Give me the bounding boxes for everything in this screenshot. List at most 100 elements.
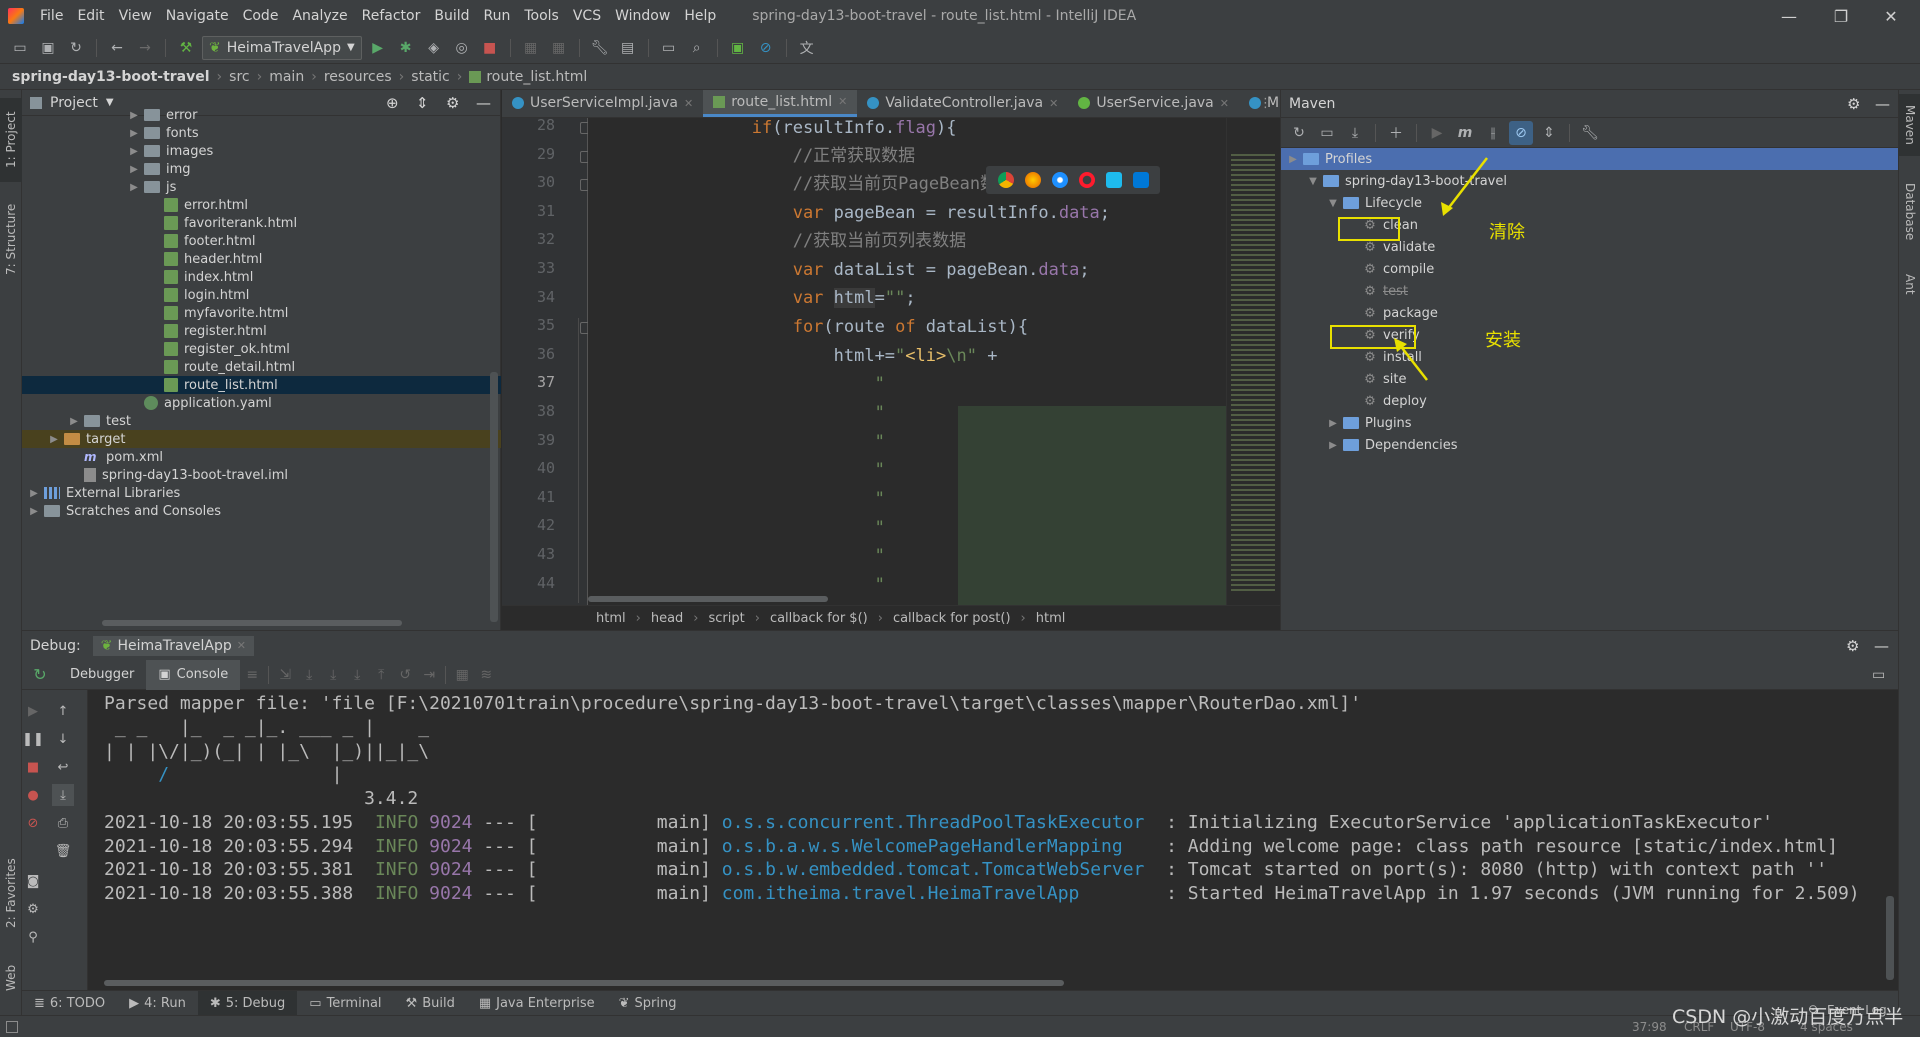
project-tree-row[interactable]: ▶ error (22, 106, 501, 124)
print-icon[interactable]: ⎙ (52, 812, 74, 834)
chrome-icon[interactable] (997, 172, 1014, 188)
expand-arrow-icon[interactable]: ▶ (128, 110, 140, 121)
project-tree-row[interactable]: myfavorite.html (22, 304, 501, 322)
console-h-scrollbar[interactable] (104, 980, 1064, 986)
menu-edit[interactable]: Edit (71, 8, 112, 24)
editor-tab[interactable]: route_list.html ✕ (703, 90, 858, 117)
caret-position[interactable]: 37:98 (1632, 1020, 1667, 1034)
project-tree-row[interactable]: ▶ fonts (22, 124, 501, 142)
evaluate-icon[interactable]: ▦ (450, 663, 474, 687)
step-out-icon[interactable]: ⤒ (369, 663, 393, 687)
vcs-update-icon[interactable]: ▦ (519, 36, 543, 60)
crumb-file[interactable]: route_list.html (486, 69, 587, 85)
edge-icon[interactable] (1132, 172, 1149, 188)
bottom-tab[interactable]: ▶ 4: Run (117, 991, 198, 1016)
editor-tab[interactable]: ValidateController.java ✕ (857, 90, 1068, 117)
expand-arrow-icon[interactable]: ▶ (48, 434, 60, 445)
tool-tab-favorites[interactable]: 2: Favorites (0, 850, 22, 936)
terminal-icon[interactable]: ▭ (657, 36, 681, 60)
menu-analyze[interactable]: Analyze (286, 8, 355, 24)
close-icon[interactable]: ✕ (1868, 0, 1914, 32)
sync-icon[interactable]: ↻ (64, 36, 88, 60)
gear-icon[interactable]: ⚙ (1846, 637, 1859, 655)
expand-arrow-icon[interactable]: ▶ (28, 488, 40, 499)
tool-tab-project[interactable]: 1: Project (0, 98, 22, 182)
vcs-commit-icon[interactable]: ▦ (547, 36, 571, 60)
bottom-tab[interactable]: ✱ 5: Debug (197, 990, 298, 1016)
project-tree-row[interactable]: ▶ target (22, 430, 501, 448)
project-tree-row[interactable]: register_ok.html (22, 340, 501, 358)
search-icon[interactable]: ⌕ (685, 36, 709, 60)
project-tree-row[interactable]: ▶ img (22, 160, 501, 178)
project-tree-row[interactable]: index.html (22, 268, 501, 286)
menu-view[interactable]: View (113, 8, 160, 24)
project-tree-row[interactable]: error.html (22, 196, 501, 214)
menu-help[interactable]: Help (678, 8, 724, 24)
menu-build[interactable]: Build (428, 8, 477, 24)
project-tree-row[interactable]: ▶ External Libraries (22, 484, 501, 502)
project-tree-row[interactable]: login.html (22, 286, 501, 304)
close-tab-icon[interactable]: ✕ (838, 95, 847, 108)
run-config-select[interactable]: ❦ HeimaTravelApp ▼ (202, 35, 362, 60)
no-entry-icon[interactable]: ⊘ (754, 36, 778, 60)
restore-layout-icon[interactable]: ▭ (1872, 667, 1885, 683)
expand-arrow-icon[interactable]: ▶ (28, 506, 40, 517)
bottom-tab[interactable]: ▦ Java Enterprise (467, 991, 607, 1016)
expand-arrow-icon[interactable]: ▶ (128, 146, 140, 157)
crumb-resources[interactable]: resources (324, 69, 392, 85)
rerun-icon[interactable]: ↻ (22, 665, 58, 684)
project-tree-row[interactable]: header.html (22, 250, 501, 268)
console-v-scrollbar[interactable] (1886, 896, 1894, 980)
firefox-icon[interactable] (1024, 172, 1041, 188)
translate-icon[interactable]: 文 (795, 36, 819, 60)
project-tree-row[interactable]: spring-day13-boot-travel.iml (22, 466, 501, 484)
run-to-cursor-icon[interactable]: ⇥ (417, 663, 441, 687)
crumb-static[interactable]: static (411, 69, 449, 85)
trace-icon[interactable]: ≋ (474, 663, 498, 687)
close-tab-icon[interactable]: ✕ (684, 97, 693, 110)
project-tree-row[interactable]: favoriterank.html (22, 214, 501, 232)
crumb-project[interactable]: spring-day13-boot-travel (12, 69, 210, 85)
pin-icon[interactable]: ⚲ (22, 926, 44, 948)
safari-icon[interactable] (1051, 172, 1068, 188)
stop-icon[interactable]: ■ (478, 36, 502, 60)
bottom-tab[interactable]: ≣ 6: TODO (22, 991, 117, 1016)
step-into-icon[interactable]: ⤓ (321, 663, 345, 687)
crumb-script[interactable]: script (709, 611, 745, 626)
view-breakpoints-icon[interactable]: ● (22, 784, 44, 806)
scroll-to-end-icon[interactable]: ⤓ (52, 784, 74, 806)
maximize-icon[interactable]: ❐ (1818, 0, 1864, 32)
run-icon[interactable]: ▶ (366, 36, 390, 60)
code-minimap[interactable] (1226, 118, 1280, 605)
step-over-icon[interactable]: ⤓ (297, 663, 321, 687)
crumb-callback-post[interactable]: callback for post() (893, 611, 1011, 626)
crumb-main[interactable]: main (269, 69, 304, 85)
ie-icon[interactable] (1105, 172, 1122, 188)
project-tree-row[interactable]: application.yaml (22, 394, 501, 412)
expand-arrow-icon[interactable]: ▶ (128, 164, 140, 175)
menu-code[interactable]: Code (237, 8, 287, 24)
project-tree-row[interactable]: ▶ Scratches and Consoles (22, 502, 501, 520)
debug-icon[interactable]: ✱ (394, 36, 418, 60)
project-tree-row[interactable]: ▶ js (22, 178, 501, 196)
down-arrow-icon[interactable]: ↓ (52, 728, 74, 750)
crumb-html-inner[interactable]: html (1036, 611, 1066, 626)
expand-arrow-icon[interactable]: ▶ (68, 416, 80, 427)
profile-icon[interactable]: ◎ (450, 36, 474, 60)
camera-icon[interactable]: ◙ (22, 870, 44, 892)
close-icon[interactable]: ✕ (237, 639, 246, 652)
hide-panel-icon[interactable]: — (1874, 637, 1889, 655)
editor-tab[interactable]: UserService.java ✕ (1068, 90, 1239, 117)
show-execution-point-icon[interactable]: ⇲ (273, 663, 297, 687)
editor-tab[interactable]: UserServiceImpl.java ✕ (502, 90, 703, 117)
close-tab-icon[interactable]: ✕ (1220, 97, 1229, 110)
expand-arrow-icon[interactable]: ▶ (128, 128, 140, 139)
layout-icon[interactable]: ≡ (240, 663, 264, 687)
project-tree-row[interactable]: register.html (22, 322, 501, 340)
tool-tab-structure[interactable]: 7: Structure (0, 194, 22, 284)
build-hammer-icon[interactable]: ⚒ (174, 36, 198, 60)
resume-icon[interactable]: ▶ (22, 700, 44, 722)
mute-breakpoints-icon[interactable]: ⊘ (22, 812, 44, 834)
stop-icon[interactable]: ■ (22, 756, 44, 778)
debug-session-tab[interactable]: ❦ HeimaTravelApp ✕ (92, 635, 254, 656)
